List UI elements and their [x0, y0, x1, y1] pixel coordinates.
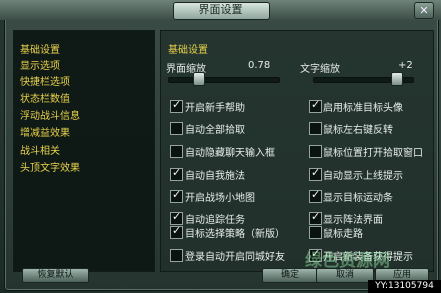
- watermark-text: YY:13105794: [368, 280, 441, 293]
- left-option-label-4: 开启战场小地图: [185, 193, 255, 204]
- right-option-label-2: 鼠标位置打开拾取窗口: [323, 148, 423, 159]
- ui-scale-value: 0.78: [248, 60, 271, 71]
- sidebar-item-3[interactable]: 状态栏数值: [20, 90, 70, 105]
- sidebar-item-2[interactable]: 快捷栏选项: [20, 73, 70, 88]
- reset-defaults-button[interactable]: 恢复默认: [22, 268, 89, 283]
- window-title: 界面设置: [198, 3, 243, 16]
- right-checkbox-5[interactable]: ✓: [309, 210, 322, 225]
- check-icon: ✓: [311, 166, 321, 179]
- right-checkbox-1[interactable]: [309, 122, 322, 135]
- section-title: 基础设置: [168, 45, 208, 56]
- left-checkbox-6[interactable]: ✓: [170, 224, 183, 239]
- check-icon: ✓: [172, 98, 182, 111]
- left-option-label-5: 自动追踪任务: [185, 215, 245, 226]
- left-option-label-0: 开启新手帮助: [185, 103, 245, 114]
- sidebar-item-4[interactable]: 浮动战斗信息: [20, 107, 80, 122]
- text-scale-label: 文字缩放: [300, 64, 340, 75]
- right-checkbox-4[interactable]: ✓: [309, 188, 322, 203]
- ui-scale-slider-knob[interactable]: [192, 72, 205, 86]
- left-option-label-2: 自动隐藏聊天输入框: [185, 148, 275, 159]
- left-checkbox-7[interactable]: [170, 249, 183, 262]
- text-scale-slider-knob[interactable]: [391, 72, 404, 86]
- close-icon[interactable]: ✕: [414, 2, 434, 19]
- check-icon: ✓: [311, 188, 321, 201]
- sidebar-item-0[interactable]: 基础设置: [20, 41, 60, 56]
- text-scale-value: +2: [398, 60, 413, 71]
- right-checkbox-3[interactable]: ✓: [309, 166, 322, 181]
- left-checkbox-1[interactable]: [170, 122, 183, 135]
- left-checkbox-0[interactable]: ✓: [170, 98, 183, 113]
- sidebar-item-5[interactable]: 增减益效果: [20, 124, 70, 139]
- ui-scale-slider[interactable]: [168, 77, 280, 83]
- check-icon: ✓: [172, 224, 182, 237]
- left-checkbox-3[interactable]: ✓: [170, 166, 183, 181]
- sidebar-item-7[interactable]: 头顶文字效果: [20, 159, 80, 174]
- check-icon: ✓: [311, 210, 321, 223]
- left-option-label-6: 目标选择策略（新版）: [185, 229, 285, 240]
- left-option-label-1: 自动全部拾取: [185, 125, 245, 136]
- right-option-label-3: 自动显示上线提示: [323, 171, 403, 182]
- watermark-logo: 绿色资源网: [305, 251, 390, 271]
- right-checkbox-0[interactable]: ✓: [309, 98, 322, 113]
- right-option-label-1: 鼠标左右键反转: [323, 125, 393, 136]
- right-option-label-6: 鼠标走路: [323, 229, 363, 240]
- right-checkbox-6[interactable]: [309, 226, 322, 239]
- check-icon: ✓: [311, 98, 321, 111]
- right-checkbox-2[interactable]: [309, 145, 322, 158]
- left-checkbox-2[interactable]: [170, 145, 183, 158]
- check-icon: ✓: [172, 188, 182, 201]
- left-option-label-7: 登录自动开启同城好友: [185, 252, 285, 263]
- sidebar-item-6[interactable]: 战斗相关: [20, 142, 60, 157]
- right-option-label-0: 启用标准目标头像: [323, 103, 403, 114]
- right-option-label-5: 显示阵法界面: [323, 215, 383, 226]
- check-icon: ✓: [172, 166, 182, 179]
- left-checkbox-4[interactable]: ✓: [170, 188, 183, 203]
- check-icon: ✓: [172, 210, 182, 223]
- left-option-label-3: 自动自我施法: [185, 171, 245, 182]
- right-option-label-4: 显示目标运动条: [323, 193, 393, 204]
- sidebar-item-1[interactable]: 显示选项: [20, 57, 60, 72]
